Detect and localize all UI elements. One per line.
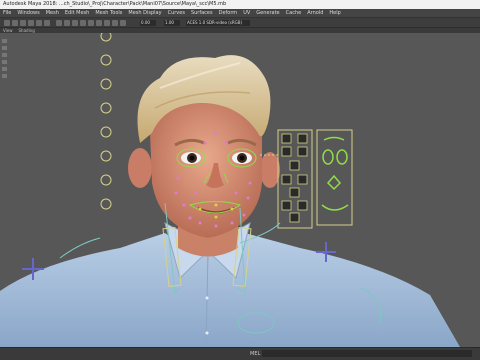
colorspace-dropdown[interactable]: ACES 1.0 SDR-video (sRGB) xyxy=(186,20,250,26)
character-ear-right xyxy=(260,152,280,188)
menu-help[interactable]: Help xyxy=(326,9,343,17)
main-menu-bar: File Windows Mesh Edit Mesh Mesh Tools Mesh D… xyxy=(0,9,480,18)
shirt-button xyxy=(205,296,209,300)
xray-icon[interactable] xyxy=(112,20,118,26)
menu-edit-mesh[interactable]: Edit Mesh xyxy=(62,9,92,17)
smooth-shade-icon[interactable] xyxy=(80,20,86,26)
viewport-toolbar: 0.00 1.00 ACES 1.0 SDR-video (sRGB) xyxy=(0,18,480,28)
gui-face-controls xyxy=(321,136,349,211)
character-ear-left xyxy=(128,148,152,188)
menu-generate[interactable]: Generate xyxy=(253,9,282,17)
menu-surfaces[interactable]: Surfaces xyxy=(188,9,216,17)
3d-viewport[interactable] xyxy=(0,33,480,347)
lasso-icon[interactable] xyxy=(12,20,18,26)
gui-slider-cells xyxy=(281,133,308,223)
rotate-icon[interactable] xyxy=(36,20,42,26)
menu-windows[interactable]: Windows xyxy=(14,9,42,17)
grid-icon[interactable] xyxy=(64,20,70,26)
isolate-icon[interactable] xyxy=(120,20,126,26)
paint-icon[interactable] xyxy=(20,20,26,26)
menu-deform[interactable]: Deform xyxy=(216,9,241,17)
mel-label: MEL xyxy=(250,351,261,357)
texture-icon[interactable] xyxy=(88,20,94,26)
menu-mesh-display[interactable]: Mesh Display xyxy=(125,9,164,17)
light-icon[interactable] xyxy=(96,20,102,26)
eye-blink-controllers xyxy=(100,33,112,210)
command-line-bar: MEL xyxy=(0,347,480,360)
menu-uv[interactable]: UV xyxy=(240,9,253,17)
menu-arnold[interactable]: Arnold xyxy=(304,9,326,17)
camera-icon[interactable] xyxy=(56,20,62,26)
menu-file[interactable]: File xyxy=(0,9,14,17)
select-icon[interactable] xyxy=(4,20,10,26)
window-title: Autodesk Maya 2018: ...ch_Studio\_Proj\C… xyxy=(3,1,227,7)
menu-curves[interactable]: Curves xyxy=(165,9,188,17)
gamma-field[interactable]: 1.00 xyxy=(164,20,180,26)
menu-mesh[interactable]: Mesh xyxy=(43,9,62,17)
command-input[interactable] xyxy=(262,350,472,357)
viewport-scene xyxy=(0,33,460,347)
menu-cache[interactable]: Cache xyxy=(283,9,305,17)
wireframe-icon[interactable] xyxy=(72,20,78,26)
move-icon[interactable] xyxy=(28,20,34,26)
scale-icon[interactable] xyxy=(44,20,50,26)
window-title-bar: Autodesk Maya 2018: ...ch_Studio\_Proj\C… xyxy=(0,0,480,9)
shadow-icon[interactable] xyxy=(104,20,110,26)
exposure-field[interactable]: 0.00 xyxy=(140,20,156,26)
shirt-button xyxy=(205,331,209,335)
menu-mesh-tools[interactable]: Mesh Tools xyxy=(92,9,125,17)
